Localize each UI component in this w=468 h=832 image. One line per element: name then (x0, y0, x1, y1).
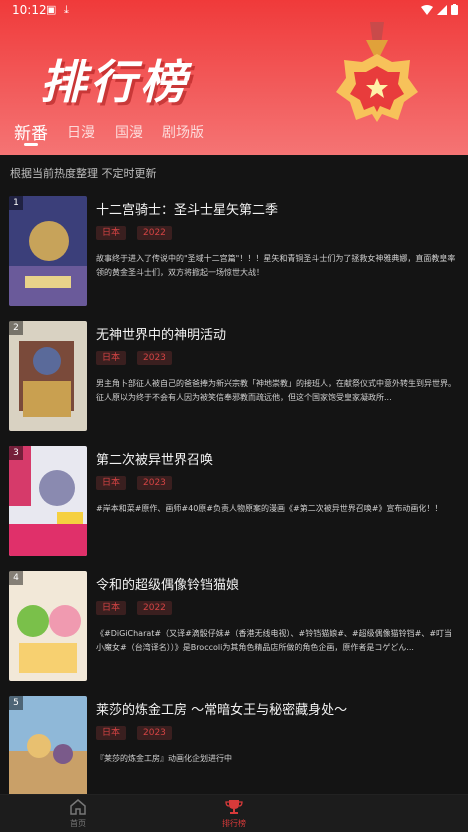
cover-art (9, 196, 87, 306)
download-icon: ⤓ (64, 3, 69, 16)
nav-ranking-label: 排行榜 (222, 819, 246, 828)
year-tag: 2022 (137, 601, 172, 615)
list-item[interactable]: 4 令和的超级偶像铃铛猫娘 日本 2022 《#DiGiCharat#（又译#滴… (0, 565, 468, 690)
region-tag: 日本 (96, 226, 127, 240)
year-tag: 2023 (137, 726, 172, 740)
item-description: 故事终于进入了传说中的"圣域十二宫篇"！！！星矢和青铜圣斗士们为了拯救女神雅典娜… (96, 254, 456, 277)
cover-image[interactable]: 3 (9, 446, 87, 556)
rank-badge: 3 (9, 446, 23, 460)
region-tag: 日本 (96, 476, 127, 490)
header-banner: 10:12 ▣ ⤓ 排行榜 新番 日漫 国漫 剧场版 (0, 0, 468, 155)
item-title[interactable]: 无神世界中的神明活动 (96, 324, 226, 343)
nav-home-label: 首页 (70, 819, 86, 828)
item-description: 男主角卜部征人被自己的爸爸捧为新兴宗教「神地崇教」的接班人，在献祭仪式中意外转生… (96, 379, 456, 402)
year-tag: 2023 (137, 351, 172, 365)
item-title[interactable]: 令和的超级偶像铃铛猫娘 (96, 574, 239, 593)
item-description: #岸本和菜#原作、画师#40原#负责人物原案的漫画《#第二次被异世界召唤#》宣布… (96, 504, 443, 513)
status-time: 10:12 (12, 3, 47, 17)
cover-image[interactable]: 5 (9, 696, 87, 806)
rank-badge: 5 (9, 696, 23, 710)
banner-title: 排行榜 (40, 55, 190, 109)
rank-badge: 2 (9, 321, 23, 335)
status-bar: 10:12 ▣ ⤓ (0, 0, 468, 22)
trophy-icon (225, 800, 243, 814)
nav-ranking[interactable]: 排行榜 (204, 798, 264, 829)
tab-new[interactable]: 新番 (14, 119, 48, 144)
tab-japanese[interactable]: 日漫 (67, 122, 95, 142)
nav-home[interactable]: 首页 (48, 798, 108, 829)
medal-icon (336, 22, 418, 122)
signal-icon (437, 4, 447, 15)
list-item[interactable]: 3 第二次被异世界召唤 日本 2023 #岸本和菜#原作、画师#40原#负责人物… (0, 440, 468, 565)
battery-icon (451, 4, 458, 15)
notification-icon: ▣ (46, 3, 57, 16)
cover-image[interactable]: 4 (9, 571, 87, 681)
list-item[interactable]: 1 十二宫骑士：圣斗士星矢第二季 日本 2022 故事终于进入了传说中的"圣域十… (0, 190, 468, 315)
region-tag: 日本 (96, 351, 127, 365)
year-tag: 2023 (137, 476, 172, 490)
rank-badge: 4 (9, 571, 23, 585)
active-tab-indicator (24, 143, 38, 146)
item-description: 《#DiGiCharat#（又译#滴骰仔妹#（香港无线电视）、#铃铛猫娘#、#超… (96, 629, 453, 652)
item-description: 『莱莎的炼金工房』动画化企划进行中 (96, 754, 232, 763)
cover-art (9, 446, 87, 556)
wifi-icon (421, 4, 433, 15)
region-tag: 日本 (96, 601, 127, 615)
cover-art (9, 696, 87, 806)
item-title[interactable]: 莱莎的炼金工房 ～常暗女王与秘密藏身处～ (96, 699, 347, 718)
year-tag: 2022 (137, 226, 172, 240)
cover-image[interactable]: 1 (9, 196, 87, 306)
item-title[interactable]: 十二宫骑士：圣斗士星矢第二季 (96, 199, 278, 218)
list-item[interactable]: 2 无神世界中的神明活动 日本 2023 男主角卜部征人被自己的爸爸捧为新兴宗教… (0, 315, 468, 440)
home-icon (70, 799, 86, 815)
cover-art (9, 321, 87, 431)
bottom-navigation: 首页 排行榜 (0, 794, 468, 832)
cover-image[interactable]: 2 (9, 321, 87, 431)
region-tag: 日本 (96, 726, 127, 740)
list-subtitle: 根据当前热度整理 不定时更新 (10, 167, 157, 180)
tab-chinese[interactable]: 国漫 (115, 122, 143, 142)
item-title[interactable]: 第二次被异世界召唤 (96, 449, 213, 468)
rank-badge: 1 (9, 196, 23, 210)
tab-movie[interactable]: 剧场版 (162, 122, 204, 142)
cover-art (9, 571, 87, 681)
category-tabs: 新番 日漫 国漫 剧场版 (0, 118, 468, 154)
